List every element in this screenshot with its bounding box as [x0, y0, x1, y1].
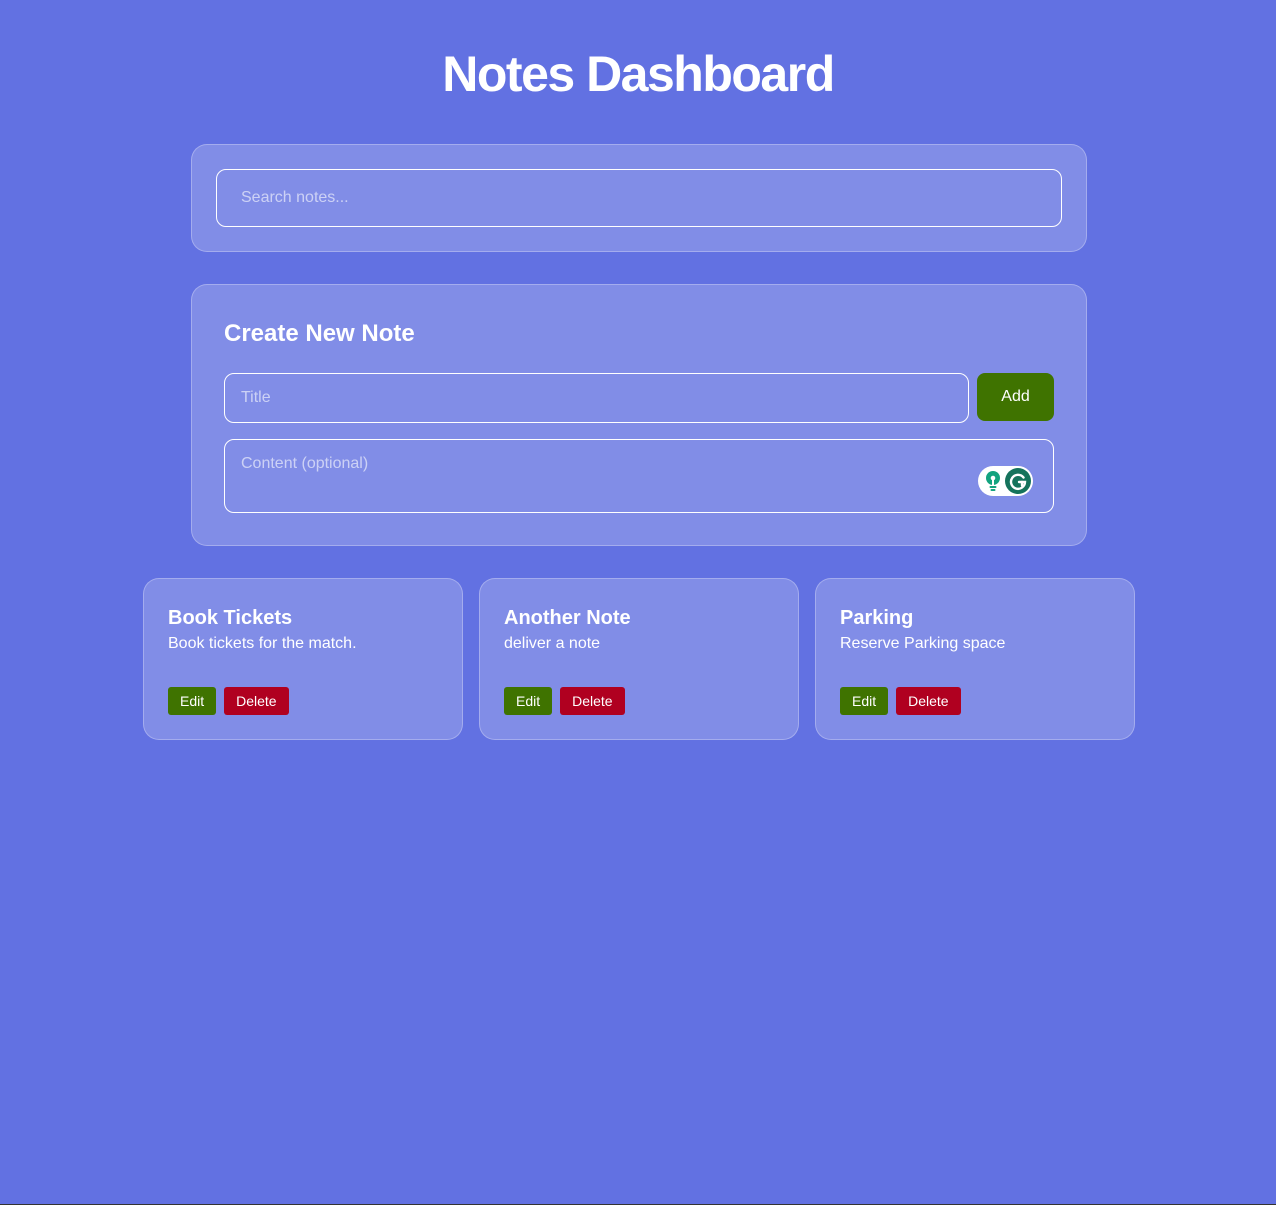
search-input[interactable]	[216, 169, 1062, 227]
note-content-textarea[interactable]	[224, 439, 1054, 513]
note-content: deliver a note	[504, 635, 601, 652]
lightbulb-icon[interactable]	[984, 470, 1002, 492]
note-title: Parking	[840, 607, 914, 629]
window-bottom-edge	[0, 1204, 1276, 1208]
note-actions: Edit Delete	[504, 687, 625, 715]
delete-button[interactable]: Delete	[560, 687, 625, 715]
note-title: Book Tickets	[168, 607, 293, 629]
edit-button[interactable]: Edit	[504, 687, 553, 715]
page-title: Notes Dashboard	[442, 46, 835, 102]
grammarly-g-icon[interactable]	[1005, 468, 1031, 494]
delete-button[interactable]: Delete	[224, 687, 289, 715]
edit-button[interactable]: Edit	[168, 687, 217, 715]
add-note-button[interactable]: Add	[977, 373, 1054, 421]
grammarly-widget[interactable]	[978, 466, 1033, 496]
note-actions: Edit Delete	[840, 687, 961, 715]
note-title-input[interactable]	[224, 373, 969, 423]
create-note-panel: Create New Note Add	[191, 284, 1087, 546]
delete-button[interactable]: Delete	[896, 687, 961, 715]
note-content: Book tickets for the match.	[168, 635, 357, 652]
create-note-heading: Create New Note	[224, 320, 415, 347]
note-content: Reserve Parking space	[840, 635, 1006, 652]
note-card: Book Tickets Book tickets for the match.…	[143, 578, 463, 740]
note-title: Another Note	[504, 607, 631, 629]
note-card: Another Note deliver a note Edit Delete	[479, 578, 799, 740]
note-actions: Edit Delete	[168, 687, 289, 715]
edit-button[interactable]: Edit	[840, 687, 889, 715]
note-card: Parking Reserve Parking space Edit Delet…	[815, 578, 1135, 740]
search-panel	[191, 144, 1087, 252]
